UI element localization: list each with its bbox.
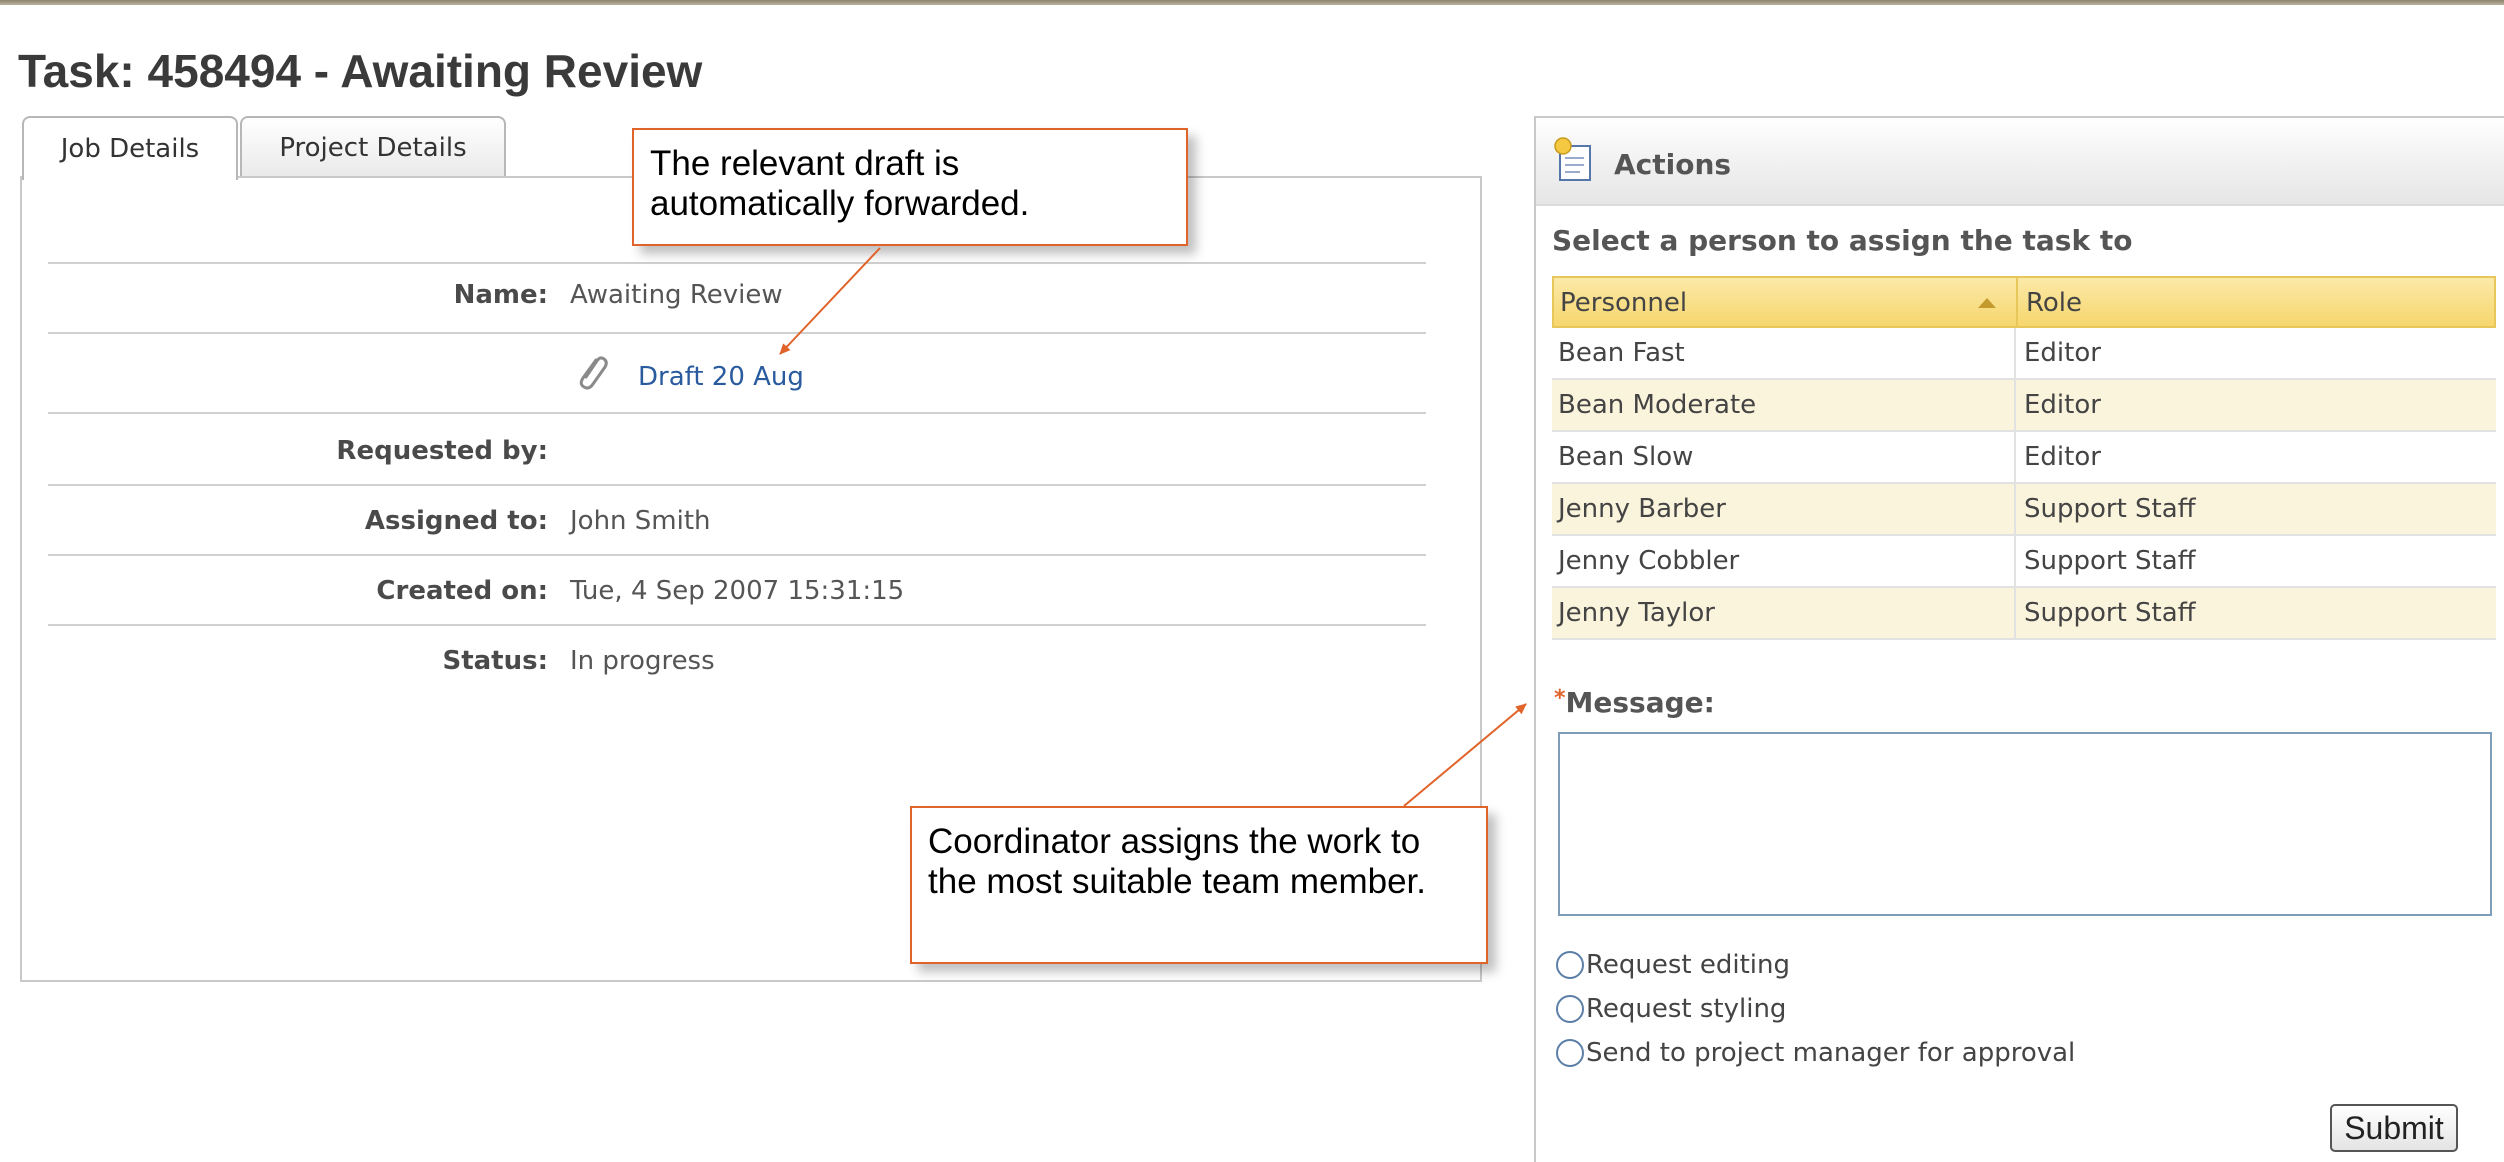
personnel-role: Support Staff bbox=[2024, 546, 2196, 576]
requested-by-label: Requested by: bbox=[336, 436, 548, 466]
name-value: Awaiting Review bbox=[570, 280, 783, 310]
option-send-to-project-manager[interactable]: Send to project manager for approval bbox=[1556, 1038, 2075, 1068]
personnel-header-label: Personnel bbox=[1560, 288, 1688, 318]
divider bbox=[48, 554, 1426, 556]
divider bbox=[48, 262, 1426, 264]
column-header-personnel[interactable]: Personnel bbox=[1554, 278, 2018, 326]
assign-person-label: Select a person to assign the task to bbox=[1552, 224, 2133, 257]
assigned-to-value: John Smith bbox=[570, 506, 711, 536]
status-value: In progress bbox=[570, 646, 715, 676]
personnel-role: Support Staff bbox=[2024, 494, 2196, 524]
divider bbox=[48, 624, 1426, 626]
divider bbox=[48, 332, 1426, 334]
actions-panel: Actions Select a person to assign the ta… bbox=[1534, 116, 2504, 1162]
personnel-row[interactable]: Bean Moderate Editor bbox=[1552, 380, 2496, 432]
option-label: Request editing bbox=[1586, 950, 1791, 980]
top-border bbox=[0, 0, 2504, 5]
callout-draft-forwarded: The relevant draft is automatically forw… bbox=[632, 128, 1188, 246]
created-on-label: Created on: bbox=[376, 576, 548, 606]
personnel-row[interactable]: Bean Slow Editor bbox=[1552, 432, 2496, 484]
personnel-grid: Personnel Role Bean Fast Editor Bean Mod… bbox=[1552, 276, 2496, 640]
personnel-role: Editor bbox=[2024, 442, 2101, 472]
personnel-role: Editor bbox=[2024, 390, 2101, 420]
tab-job-details[interactable]: Job Details bbox=[22, 116, 238, 180]
personnel-name: Jenny Barber bbox=[1552, 484, 2016, 534]
actions-title: Actions bbox=[1614, 148, 1732, 181]
grid-header-row: Personnel Role bbox=[1552, 276, 2496, 328]
message-label-text: Message: bbox=[1565, 686, 1715, 719]
personnel-row[interactable]: Jenny Barber Support Staff bbox=[1552, 484, 2496, 536]
message-input[interactable] bbox=[1558, 732, 2492, 916]
personnel-name: Bean Slow bbox=[1552, 432, 2016, 482]
draft-attachment-link[interactable]: Draft 20 Aug bbox=[638, 362, 804, 392]
personnel-name: Bean Fast bbox=[1552, 328, 2016, 378]
submit-button[interactable]: Submit bbox=[2330, 1104, 2458, 1152]
created-on-value: Tue, 4 Sep 2007 15:31:15 bbox=[570, 576, 905, 606]
required-marker: * bbox=[1554, 686, 1566, 711]
page-title: Task: 458494 - Awaiting Review bbox=[18, 45, 703, 97]
actions-note-icon bbox=[1554, 137, 1591, 181]
option-request-editing[interactable]: Request editing bbox=[1556, 950, 1790, 980]
radio-button[interactable] bbox=[1556, 1039, 1584, 1067]
status-label: Status: bbox=[442, 646, 548, 676]
personnel-role: Support Staff bbox=[2024, 598, 2196, 628]
option-label: Request styling bbox=[1586, 994, 1787, 1024]
message-label: *Message: bbox=[1554, 686, 1715, 719]
personnel-row[interactable]: Jenny Cobbler Support Staff bbox=[1552, 536, 2496, 588]
personnel-row[interactable]: Bean Fast Editor bbox=[1552, 328, 2496, 380]
personnel-name: Jenny Taylor bbox=[1552, 588, 2016, 638]
tab-project-details[interactable]: Project Details bbox=[240, 116, 506, 178]
callout-coordinator-assigns: Coordinator assigns the work to the most… bbox=[910, 806, 1488, 964]
personnel-role: Editor bbox=[2024, 338, 2101, 368]
radio-button[interactable] bbox=[1556, 995, 1584, 1023]
column-header-role[interactable]: Role bbox=[2020, 278, 2494, 326]
paperclip-icon bbox=[579, 356, 608, 390]
personnel-name: Bean Moderate bbox=[1552, 380, 2016, 430]
personnel-row[interactable]: Jenny Taylor Support Staff bbox=[1552, 588, 2496, 640]
option-label: Send to project manager for approval bbox=[1586, 1038, 2076, 1068]
option-request-styling[interactable]: Request styling bbox=[1556, 994, 1786, 1024]
personnel-name: Jenny Cobbler bbox=[1552, 536, 2016, 586]
radio-button[interactable] bbox=[1556, 951, 1584, 979]
sort-ascending-icon bbox=[1978, 298, 1996, 308]
divider bbox=[48, 484, 1426, 486]
assigned-to-label: Assigned to: bbox=[364, 506, 548, 536]
name-label: Name: bbox=[453, 280, 548, 310]
actions-header: Actions bbox=[1536, 118, 2504, 206]
divider bbox=[48, 412, 1426, 414]
